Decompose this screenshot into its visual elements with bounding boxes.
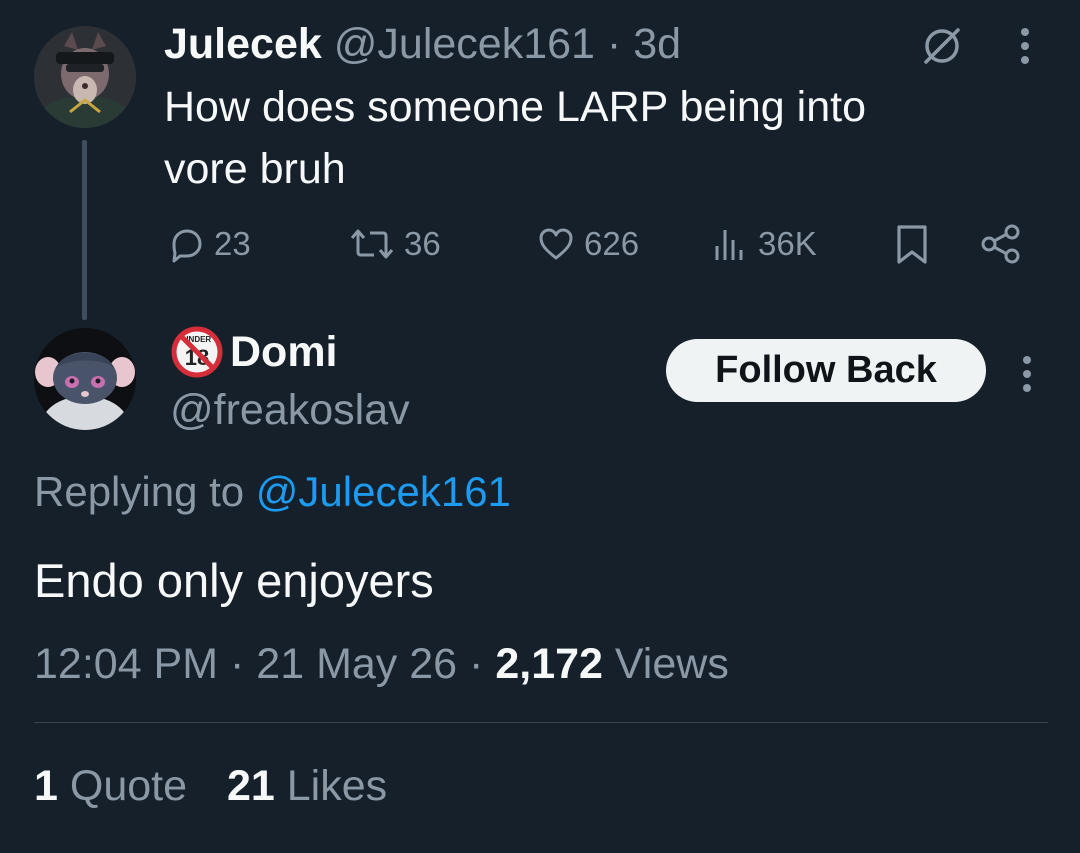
- more-options-icon[interactable]: [1005, 22, 1045, 75]
- reply-count: 23: [214, 225, 251, 262]
- replying-to-line: Replying to @Julecek161: [34, 464, 511, 520]
- retweet-icon: [350, 229, 394, 259]
- views-chart-icon: [715, 230, 743, 260]
- tweet-views-count[interactable]: 2,172: [495, 640, 603, 688]
- tweet-time[interactable]: 12:04 PM: [34, 640, 218, 688]
- parent-tweet-header: Julecek @Julecek161 · 3d: [164, 18, 681, 70]
- meta-separator-1: ·: [230, 640, 245, 688]
- likes-count: 21: [226, 762, 275, 810]
- view-count: 36K: [758, 225, 817, 262]
- likes-stat[interactable]: 21 Likes: [227, 762, 387, 810]
- reply-icon: [172, 229, 202, 263]
- parent-action-bar: 23 36 626 36K: [0, 218, 1080, 270]
- avatar-julecek-image: [34, 26, 136, 128]
- divider: [34, 722, 1048, 723]
- follow-back-button[interactable]: Follow Back: [666, 339, 986, 402]
- views-action[interactable]: 36K: [710, 218, 817, 270]
- reply-display-name[interactable]: Domi: [230, 324, 338, 380]
- share-icon: [981, 224, 1020, 264]
- tweet-views-label: Views: [614, 640, 729, 688]
- parent-handle[interactable]: @Julecek161: [334, 20, 595, 68]
- quotes-label: Quote: [69, 762, 188, 810]
- under-18-icon: UNDER 18: [171, 326, 223, 378]
- parent-display-name[interactable]: Julecek: [164, 20, 322, 68]
- bookmark-action[interactable]: [892, 218, 932, 270]
- reply-more-options-icon[interactable]: [1012, 350, 1042, 403]
- engagement-stats: 1 Quote 21 Likes: [34, 758, 415, 814]
- header-separator: ·: [606, 20, 622, 68]
- avatar-domi-image: [34, 328, 136, 430]
- tweet-meta-line: 12:04 PM · 21 May 26 · 2,172 Views: [34, 636, 729, 692]
- parent-text-line-2: vore bruh: [164, 145, 346, 193]
- quotes-stat[interactable]: 1 Quote: [34, 762, 199, 810]
- avatar-domi[interactable]: [34, 328, 136, 430]
- grok-icon[interactable]: [918, 22, 966, 75]
- parent-time-ago[interactable]: 3d: [633, 20, 681, 68]
- heart-icon: [539, 228, 573, 260]
- reply-name-row: UNDER 18 Domi: [170, 324, 338, 380]
- reply-tweet-text: Endo only enjoyers: [34, 554, 434, 607]
- meta-separator-2: ·: [469, 640, 484, 688]
- quotes-count: 1: [34, 762, 58, 810]
- reply-action[interactable]: 23: [166, 218, 251, 270]
- replying-to-prefix: Replying to: [34, 468, 245, 515]
- likes-label: Likes: [286, 762, 388, 810]
- tweet-date[interactable]: 21 May 26: [256, 640, 457, 688]
- parent-tweet-text: How does someone LARP being into vore br…: [164, 76, 984, 200]
- share-action[interactable]: [978, 218, 1024, 270]
- reply-handle[interactable]: @freakoslav: [170, 382, 410, 438]
- retweet-action[interactable]: 36: [348, 218, 441, 270]
- retweet-count: 36: [404, 225, 441, 262]
- avatar-julecek[interactable]: [34, 26, 136, 128]
- like-action[interactable]: 626: [536, 218, 639, 270]
- parent-text-line-1: How does someone LARP being into: [164, 83, 866, 131]
- replying-to-mention[interactable]: @Julecek161: [256, 468, 511, 515]
- like-count: 626: [584, 225, 640, 262]
- bookmark-icon: [897, 225, 927, 264]
